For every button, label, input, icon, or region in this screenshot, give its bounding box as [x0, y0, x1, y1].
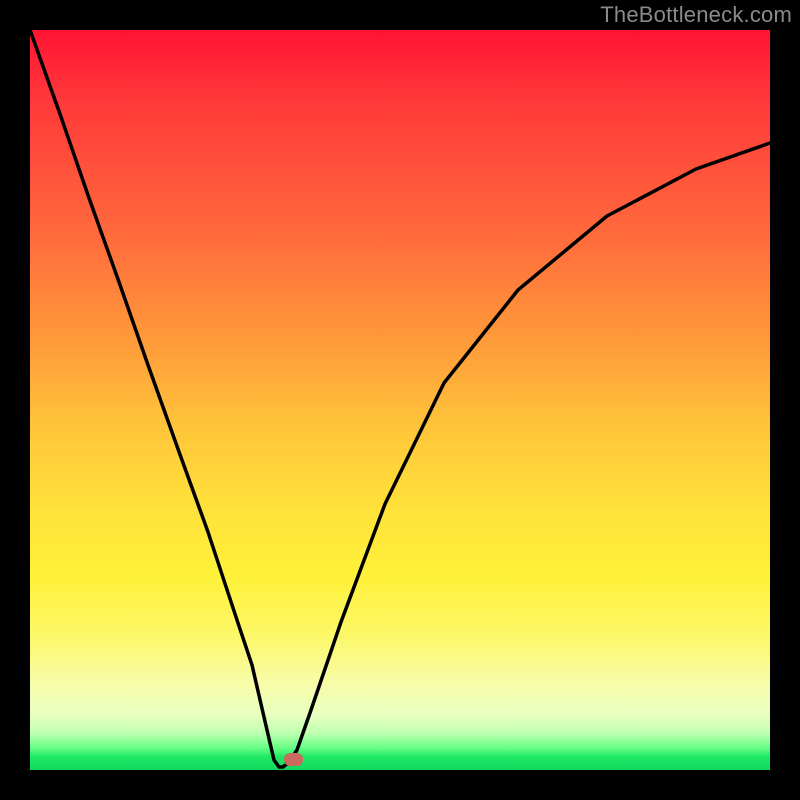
plot-area: [30, 30, 770, 770]
bottleneck-curve: [30, 30, 770, 770]
watermark-label: TheBottleneck.com: [600, 2, 792, 28]
curve-path: [30, 30, 770, 767]
chart-frame: TheBottleneck.com: [0, 0, 800, 800]
minimum-marker: [284, 753, 303, 766]
